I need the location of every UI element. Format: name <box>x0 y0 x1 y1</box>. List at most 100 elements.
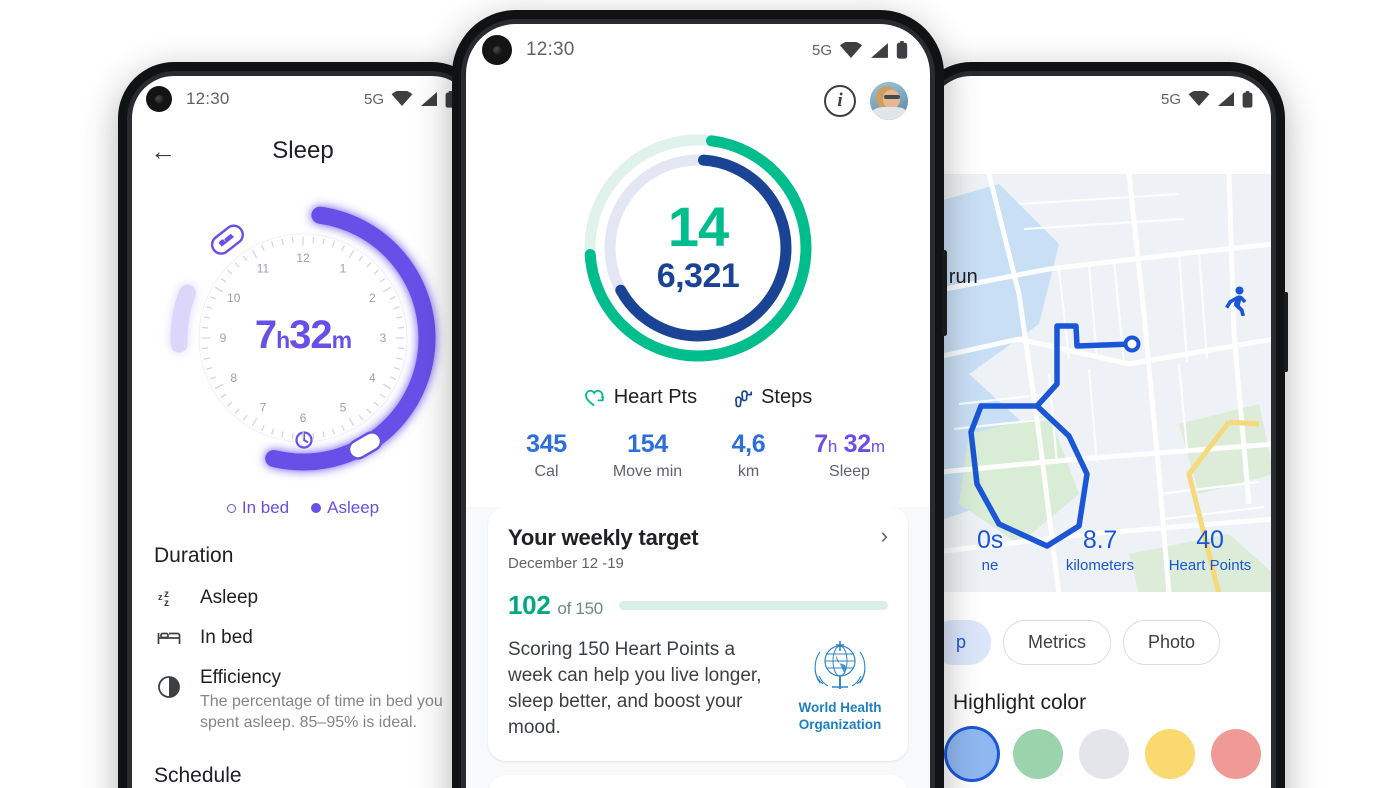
stat-label: Cal <box>534 462 559 480</box>
list-item-in-bed[interactable]: In bed <box>132 618 474 658</box>
list-item-label: In bed <box>200 627 253 648</box>
wake-marker-icon <box>347 431 383 460</box>
heart-points-icon <box>584 389 604 406</box>
card-date-range: December 12 -19 <box>508 554 624 572</box>
activity-rings[interactable]: 14 6,321 <box>466 124 930 372</box>
weekly-target-card[interactable]: Your weekly target December 12 -19 › 102… <box>488 506 908 762</box>
list-item-efficiency[interactable]: Efficiency The percentage of time in bed… <box>132 658 474 742</box>
chip-metrics[interactable]: Metrics <box>1003 620 1112 665</box>
schedule-section-title: Schedule <box>154 764 242 788</box>
legend-label: Steps <box>761 386 813 408</box>
battery-icon <box>1242 90 1253 108</box>
clock-hour-label: 12 <box>296 251 310 265</box>
info-icon[interactable]: i <box>824 85 856 117</box>
stat-value: 154 <box>627 430 668 458</box>
sleep-legend: In bed Asleep <box>132 498 474 518</box>
legend-outline-dot-icon <box>226 503 236 513</box>
who-logo: World Health Organization <box>792 637 888 733</box>
clock-hour-label: 1 <box>340 262 347 276</box>
steps-icon <box>735 389 753 407</box>
legend-asleep: Asleep <box>311 498 379 518</box>
sleep-clock: 12 1 2 3 4 5 6 7 8 9 10 11 7h32m <box>132 188 474 488</box>
phone-right-run: 5G run 0s ne 8.7 kilometers 40 Heart Poi… <box>915 62 1288 788</box>
sleep-minutes: 32 <box>289 313 332 357</box>
rings-legend: Heart Pts Steps <box>466 386 930 409</box>
run-stat-value: 40 <box>1196 526 1224 554</box>
phone-screen-fit: 12:30 5G i 14 6,321 Heart Pts Steps 345 … <box>466 24 930 788</box>
efficiency-icon <box>154 667 184 699</box>
run-map[interactable]: on run 0s ne 8.7 <box>929 174 1271 592</box>
who-emblem-icon <box>814 640 866 689</box>
run-stat-value: 8.7 <box>1082 526 1118 554</box>
steps-value: 6,321 <box>656 256 740 295</box>
run-stat-label: Heart Points <box>1168 557 1252 574</box>
run-stat-label: ne <box>981 557 999 574</box>
list-item-sub: The percentage of time in bed you spent … <box>200 693 443 732</box>
swatch-blue[interactable] <box>947 729 997 779</box>
clock-hour-label: 10 <box>227 291 241 305</box>
swatch-red[interactable] <box>1211 729 1261 779</box>
legend-heart-points[interactable]: Heart Pts <box>584 386 697 409</box>
swatch-yellow[interactable] <box>1145 729 1195 779</box>
highlight-color-swatches <box>929 729 1271 779</box>
bed-icon <box>154 627 184 647</box>
list-item-asleep[interactable]: zzz Asleep <box>132 578 474 618</box>
power-button[interactable] <box>1284 292 1288 372</box>
clock-hour-label: 6 <box>300 411 307 425</box>
stat-label: Move min <box>612 462 683 480</box>
run-stat-distance: 8.7 kilometers <box>1045 526 1155 574</box>
run-stats-row: 0s ne 8.7 kilometers 40 Heart Points <box>929 526 1271 574</box>
chevron-right-icon[interactable]: › <box>873 524 888 547</box>
wifi-icon <box>391 91 413 106</box>
progress-value: 102 of 150 <box>508 589 603 620</box>
stat-value: 345 <box>526 430 567 458</box>
network-label: 5G <box>1160 90 1181 108</box>
running-icon <box>1223 286 1249 321</box>
phone-screen-sleep: 12:30 5G ← Sleep 12 1 2 3 4 5 6 7 8 9 10… <box>132 76 474 788</box>
legend-in-bed: In bed <box>226 498 290 518</box>
stat-sleep[interactable]: 7h 32m Sleep <box>799 430 900 481</box>
progress-track <box>618 600 888 610</box>
status-icons: 5G <box>812 41 908 59</box>
legend-steps[interactable]: Steps <box>731 386 812 409</box>
sleep-clock-dial: 121234567891011 7h32m <box>170 205 436 471</box>
phone-center-fit: 12:30 5G i 14 6,321 Heart Pts Steps 345 … <box>452 10 947 788</box>
phone-screen-run: 5G run 0s ne 8.7 kilometers 40 Heart Poi… <box>929 76 1271 788</box>
run-stat-label: kilometers <box>1065 557 1135 574</box>
clock-hour-label: 9 <box>220 331 227 345</box>
clock-hour-label: 5 <box>340 400 347 414</box>
signal-icon <box>421 92 437 106</box>
zzz-icon: zzz <box>154 587 184 609</box>
swatch-green[interactable] <box>1013 729 1063 779</box>
run-stat-heart-points: 40 Heart Points <box>1155 526 1265 574</box>
sleep-hours-unit: h <box>827 437 837 456</box>
network-label: 5G <box>811 41 832 59</box>
run-detail-body: on run 0s ne 8.7 <box>929 122 1271 788</box>
clock-hour-label: 4 <box>369 371 376 385</box>
run-bottom-sheet: p Metrics Photo Highlight color <box>929 592 1271 788</box>
clock-hour-label: 7 <box>260 400 267 414</box>
fit-top-actions: i <box>466 76 930 120</box>
stat-cal[interactable]: 345 Cal <box>496 430 597 481</box>
chip-photo[interactable]: Photo <box>1123 620 1221 665</box>
list-item-label: Efficiency <box>200 667 281 688</box>
legend-in-bed-label: In bed <box>241 498 290 517</box>
svg-text:z: z <box>158 592 163 602</box>
rings-center-values: 14 6,321 <box>574 124 822 372</box>
swatch-grey[interactable] <box>1079 729 1129 779</box>
duration-section-title: Duration <box>154 544 234 567</box>
status-bar-right: 5G <box>929 76 1271 122</box>
battery-icon <box>896 41 908 59</box>
card-header: Your weekly target December 12 -19 › <box>508 524 888 572</box>
stat-move-min[interactable]: 154 Move min <box>597 430 698 481</box>
status-icons: 5G <box>364 90 456 108</box>
profile-avatar[interactable] <box>870 82 908 120</box>
stat-km[interactable]: 4,6 km <box>698 430 799 481</box>
power-button[interactable] <box>942 250 947 336</box>
highlight-color-title: Highlight color <box>953 691 1087 714</box>
phone-left-sleep: 12:30 5G ← Sleep 12 1 2 3 4 5 6 7 8 9 10… <box>118 62 491 788</box>
bedtime-schedule-card[interactable]: Bedtime schedule › <box>488 775 908 788</box>
camera-punch-hole-icon <box>482 35 512 65</box>
sleep-hours: 7 <box>255 313 276 357</box>
card-description: Scoring 150 Heart Points a week can help… <box>508 638 762 739</box>
